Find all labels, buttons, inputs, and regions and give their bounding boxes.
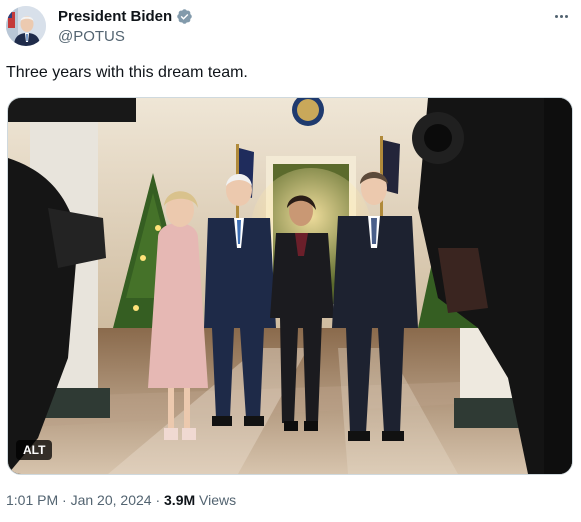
meta-separator: ·	[62, 492, 67, 508]
tweet-text: Three years with this dream team.	[6, 64, 248, 81]
views-label: Views	[199, 492, 237, 508]
views-count[interactable]: 3.9M	[164, 492, 195, 508]
author-display-name[interactable]: President Biden	[58, 8, 172, 25]
author-handle[interactable]: @POTUS	[58, 28, 125, 45]
dot	[564, 14, 568, 18]
tweet-photo[interactable]	[7, 97, 573, 475]
tweet-meta: 1:01 PM · Jan 20, 2024 · 3.9M Views	[6, 492, 236, 508]
tweet-date[interactable]: Jan 20, 2024	[71, 492, 152, 508]
alt-text-badge[interactable]: ALT	[16, 440, 53, 460]
meta-separator: ·	[155, 492, 161, 508]
dot	[554, 14, 558, 18]
dot	[559, 14, 563, 18]
avatar-photo	[6, 6, 46, 46]
author-avatar[interactable]	[6, 6, 46, 46]
photo-scene	[8, 98, 572, 474]
tweet: President Biden @POTUS Three years with …	[0, 0, 581, 522]
verified-badge-icon[interactable]	[176, 8, 193, 25]
author-name-row: President Biden	[58, 8, 193, 25]
tweet-time[interactable]: 1:01 PM	[6, 492, 58, 508]
more-options-icon[interactable]	[551, 8, 571, 24]
